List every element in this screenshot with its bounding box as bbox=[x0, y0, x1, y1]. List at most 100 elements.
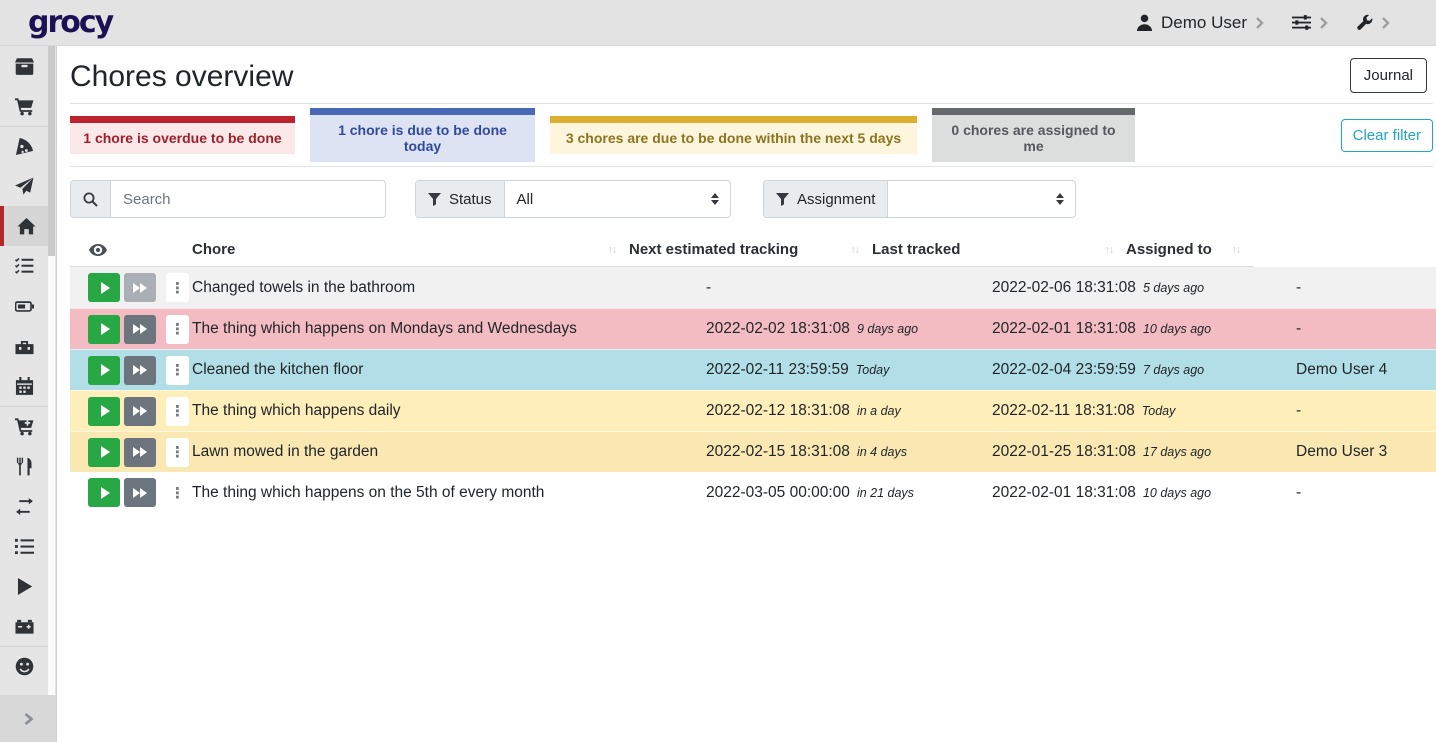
banner-overdue[interactable]: 1 chore is overdue to be done bbox=[70, 116, 295, 154]
banner-due-soon-bar bbox=[550, 116, 917, 123]
play-icon bbox=[101, 364, 110, 376]
row-menu-button[interactable]: ⋮ bbox=[166, 397, 189, 426]
row-menu-button[interactable]: ⋮ bbox=[166, 273, 189, 302]
column-visibility-header[interactable] bbox=[70, 244, 192, 256]
banner-assigned-to-me[interactable]: 0 chores are assigned to me bbox=[932, 108, 1135, 162]
banner-due-today[interactable]: 1 chore is due to be done today bbox=[310, 108, 535, 162]
sidebar-item-userfields[interactable] bbox=[0, 646, 49, 686]
sidebar-item-transfer[interactable] bbox=[0, 486, 49, 526]
smiley-icon bbox=[15, 657, 34, 676]
clear-filter-button[interactable]: Clear filter bbox=[1341, 119, 1433, 152]
banner-due-today-text: 1 chore is due to be done today bbox=[310, 115, 535, 162]
search-input[interactable] bbox=[111, 181, 385, 217]
column-header-next-tracking[interactable]: Next estimated tracking ↑↓ bbox=[629, 241, 872, 258]
sidebar-item-chore-tracking[interactable] bbox=[0, 566, 49, 606]
sidebar-item-equipment[interactable] bbox=[0, 326, 49, 366]
sort-icon[interactable]: ↑↓ bbox=[851, 244, 873, 256]
filter-icon bbox=[428, 193, 441, 206]
track-execution-button[interactable] bbox=[88, 356, 120, 385]
sidebar-item-battery-tracking[interactable] bbox=[0, 606, 49, 646]
grocy-logo[interactable]: grocy bbox=[28, 5, 112, 40]
sidebar-scrollbar-thumb[interactable] bbox=[48, 46, 55, 256]
skip-execution-button[interactable] bbox=[124, 478, 156, 507]
chore-name[interactable]: The thing which happens on Mondays and W… bbox=[192, 320, 706, 338]
last-tracked-ago: Today bbox=[1142, 404, 1176, 418]
home-icon bbox=[17, 217, 36, 236]
row-menu-button[interactable]: ⋮ bbox=[166, 438, 189, 467]
sort-icon[interactable]: ↑↓ bbox=[608, 244, 630, 256]
track-execution-button[interactable] bbox=[88, 397, 120, 426]
status-select[interactable]: All bbox=[505, 181, 730, 217]
sidebar-item-calendar[interactable] bbox=[0, 366, 49, 406]
banner-due-soon-text: 3 chores are due to be done within the n… bbox=[550, 123, 917, 154]
paper-plane-icon bbox=[15, 177, 34, 196]
sidebar-scrollbar[interactable] bbox=[48, 46, 55, 695]
next-tracking-ago: in a day bbox=[857, 404, 901, 418]
sidebar-item-consume[interactable] bbox=[0, 446, 49, 486]
play-icon bbox=[15, 577, 34, 596]
skip-execution-button[interactable] bbox=[124, 438, 156, 467]
user-menu[interactable]: Demo User bbox=[1136, 13, 1264, 33]
search-icon bbox=[83, 192, 98, 207]
sidebar-item-tasks[interactable] bbox=[0, 246, 49, 286]
chore-name[interactable]: The thing which happens on the 5th of ev… bbox=[192, 484, 706, 502]
chore-name[interactable]: Cleaned the kitchen floor bbox=[192, 361, 706, 379]
sidebar-item-shopping-list[interactable] bbox=[0, 86, 49, 126]
track-execution-button[interactable] bbox=[88, 438, 120, 467]
battery-icon bbox=[15, 297, 34, 316]
chore-name[interactable]: Changed towels in the bathroom bbox=[192, 279, 706, 297]
pizza-slice-icon bbox=[15, 137, 34, 156]
next-tracking-ago: 9 days ago bbox=[857, 322, 918, 336]
chore-name[interactable]: Lawn mowed in the garden bbox=[192, 443, 706, 461]
sidebar-item-inventory[interactable] bbox=[0, 526, 49, 566]
row-menu-button[interactable]: ⋮ bbox=[166, 315, 189, 344]
skip-execution-button[interactable] bbox=[124, 397, 156, 426]
journal-button[interactable]: Journal bbox=[1350, 58, 1427, 93]
next-tracking-ago: in 4 days bbox=[857, 445, 907, 459]
row-menu-button[interactable]: ⋮ bbox=[166, 478, 189, 507]
skip-execution-button[interactable] bbox=[124, 356, 156, 385]
sidebar bbox=[0, 46, 57, 742]
column-header-last-tracked[interactable]: Last tracked ↑↓ bbox=[872, 241, 1126, 258]
sidebar-item-purchase[interactable] bbox=[0, 406, 49, 446]
column-header-assigned-to[interactable]: Assigned to ↑↓ bbox=[1126, 241, 1253, 258]
sort-icon[interactable]: ↑↓ bbox=[1105, 244, 1127, 256]
skip-execution-button[interactable] bbox=[124, 315, 156, 344]
sidebar-collapse-button[interactable] bbox=[0, 695, 56, 742]
play-icon bbox=[101, 446, 110, 458]
eye-icon bbox=[89, 244, 107, 256]
last-tracked-value: 2022-02-06 18:31:08 bbox=[992, 279, 1136, 296]
column-header-chore[interactable]: Chore ↑↓ bbox=[192, 241, 629, 258]
table-header: Chore ↑↓ Next estimated tracking ↑↓ Last… bbox=[70, 233, 1253, 267]
user-icon bbox=[1136, 14, 1153, 31]
wrench-icon bbox=[1356, 14, 1373, 31]
next-tracking-value: 2022-02-15 18:31:08 bbox=[706, 443, 850, 460]
table-row: ⋮ The thing which happens on Mondays and… bbox=[70, 308, 1436, 349]
chore-name[interactable]: The thing which happens daily bbox=[192, 402, 706, 420]
car-battery-icon bbox=[15, 617, 34, 636]
track-execution-button[interactable] bbox=[88, 273, 120, 302]
chores-table-body: ⋮ Changed towels in the bathroom - 2022-… bbox=[70, 267, 1436, 513]
sidebar-item-recipes[interactable] bbox=[0, 126, 49, 166]
settings-menu[interactable] bbox=[1292, 15, 1328, 30]
assignment-filter-label: Assignment bbox=[764, 181, 888, 217]
admin-menu[interactable] bbox=[1356, 14, 1390, 31]
status-selected-value: All bbox=[517, 191, 534, 208]
track-execution-button[interactable] bbox=[88, 478, 120, 507]
sidebar-item-batteries[interactable] bbox=[0, 286, 49, 326]
page-title: Chores overview bbox=[70, 60, 293, 94]
last-tracked-value: 2022-02-11 18:31:08 bbox=[992, 402, 1135, 419]
row-menu-button[interactable]: ⋮ bbox=[166, 356, 189, 385]
banner-due-soon[interactable]: 3 chores are due to be done within the n… bbox=[550, 116, 917, 154]
play-icon bbox=[101, 487, 110, 499]
sidebar-item-chores[interactable] bbox=[0, 206, 49, 246]
track-execution-button[interactable] bbox=[88, 315, 120, 344]
assignment-select[interactable] bbox=[888, 181, 1075, 217]
table-row: ⋮ Cleaned the kitchen floor 2022-02-11 2… bbox=[70, 349, 1436, 390]
last-tracked-ago: 10 days ago bbox=[1143, 322, 1211, 336]
sidebar-item-stock[interactable] bbox=[0, 46, 49, 86]
sidebar-item-meal-plan[interactable] bbox=[0, 166, 49, 206]
user-name: Demo User bbox=[1161, 13, 1247, 33]
last-tracked-value: 2022-01-25 18:31:08 bbox=[992, 443, 1136, 460]
sort-icon[interactable]: ↑↓ bbox=[1232, 244, 1254, 256]
